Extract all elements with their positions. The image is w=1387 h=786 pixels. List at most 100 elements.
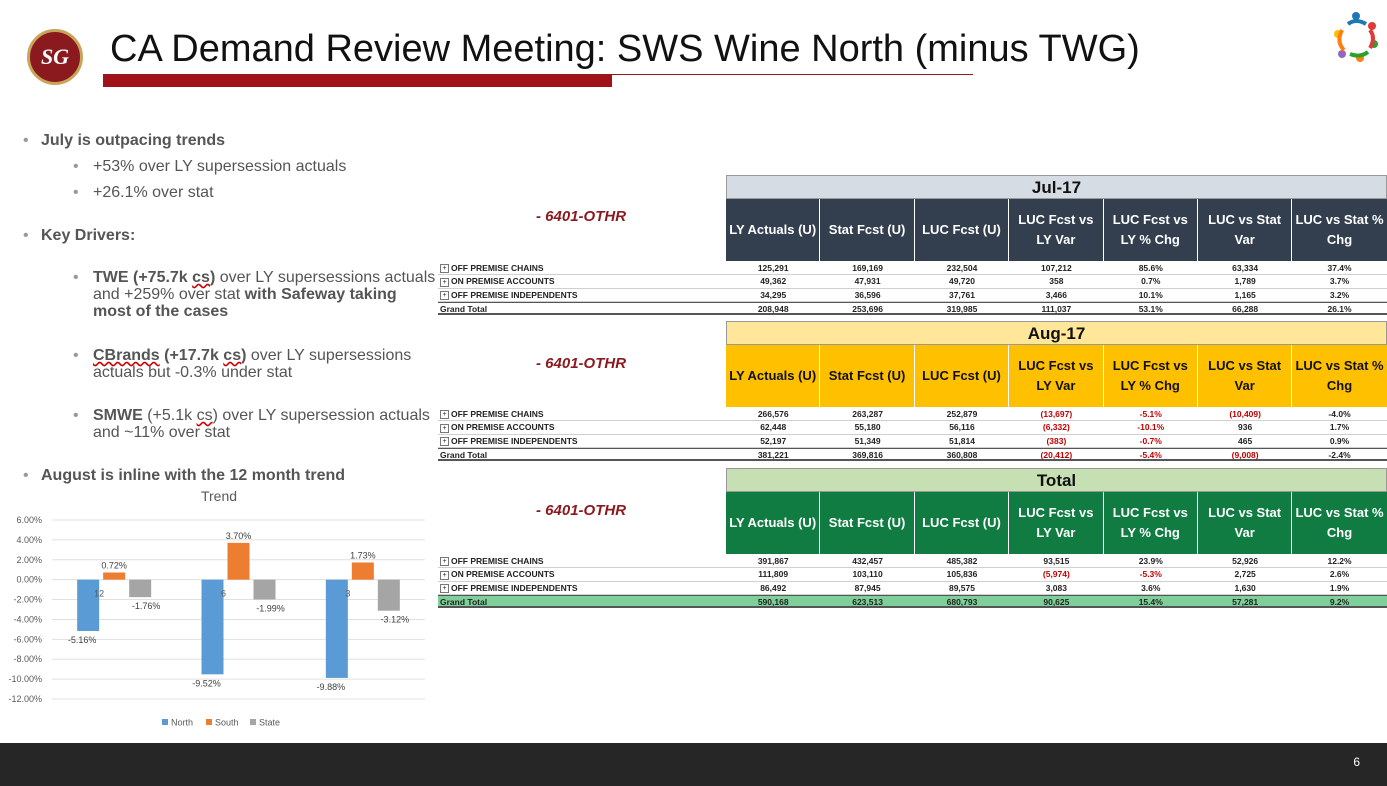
smwe-mid: (+5.1k [142,407,197,424]
data-label: -1.99% [256,603,285,613]
column-header: Stat Fcst (U) [820,199,915,261]
expand-icon[interactable]: + [440,290,449,300]
table-cell: 37,761 [948,289,975,300]
column-header: LY Actuals (U) [726,492,821,554]
table-cell: 432,457 [852,556,883,566]
column-header: LUC Fcst (U) [914,492,1010,554]
table-row[interactable]: + ON PREMISE ACCOUNTS 111,809 103,110 105,83… [438,568,1387,582]
table-cell: 105,836 [946,569,978,580]
category-label: 3 [345,589,350,599]
legend-swatch [162,719,168,725]
table-cell: 47,931 [854,276,881,287]
data-label: -3.12% [381,615,410,625]
table-cell: 62,448 [760,422,787,433]
row-label-cell: Grand Total [438,449,726,460]
table-cell: -5.3% [1139,569,1162,580]
column-header: LUC vs Stat Var [1197,199,1293,261]
table-row[interactable]: + OFF PREMISE CHAINS 391,867 432,457 485,382… [438,555,1387,569]
table-cell: 52,197 [760,435,787,446]
row-label-cell: Grand Total [438,596,726,607]
legend-swatch [206,719,212,725]
column-header: LUC vs Stat % Chg [1292,199,1387,261]
expand-icon[interactable]: + [440,570,449,580]
row-label: OFF PREMISE CHAINS [451,409,544,419]
table-cell: 3,466 [1045,289,1067,300]
legend-swatch [250,719,256,725]
table-cell: 263,287 [852,409,883,419]
table-cell: 3.7% [1329,276,1350,287]
table-row[interactable]: + ON PREMISE ACCOUNTS 49,362 47,931 49,720 35… [438,275,1387,289]
table-cell: 465 [1238,435,1253,446]
table-cell: (6,332) [1042,422,1070,433]
column-header: LUC vs Stat % Chg [1292,492,1387,554]
table-cell: 37.4% [1327,263,1352,273]
bullet-cbrands: CBrands (+17.7k cs) over LY supersession… [73,347,438,381]
y-tick-label: 2.00% [16,555,42,565]
table-cell: 52,926 [1232,556,1259,566]
table-cell: 680,793 [946,596,978,607]
table-row[interactable]: + OFF PREMISE CHAINS 125,291 169,169 232,504… [438,262,1387,276]
table-cell: 252,879 [946,409,978,419]
title-accent-bar [103,75,612,87]
row-label: ON PREMISE ACCOUNTS [451,422,555,433]
smwe-cs: cs [196,407,213,424]
row-label: OFF PREMISE CHAINS [451,556,544,566]
table-row[interactable]: + OFF PREMISE INDEPENDENTS 34,295 36,596 37,… [438,289,1387,302]
bar-state [129,579,152,598]
table-cell: 85.6% [1138,263,1163,273]
table-cell: 107,212 [1041,263,1072,273]
bullet-twe: TWE (+75.7k cs) over LY supersessions ac… [73,269,438,320]
trend-chart: Trend 6.00% 4.00% 2.00% 0.00% -2.00% -4.00% -6.… [8,488,425,728]
table-row[interactable]: + OFF PREMISE INDEPENDENTS 52,197 51,349 51,… [438,435,1387,448]
row-label-cell: + OFF PREMISE INDEPENDENTS [438,289,726,301]
table-cell: 93,515 [1043,556,1070,566]
table-cell: -5.1% [1139,409,1162,419]
row-label-cell: + ON PREMISE ACCOUNTS [438,275,726,287]
expand-icon[interactable]: + [440,583,449,593]
table-row[interactable]: + OFF PREMISE INDEPENDENTS 86,492 87,945 89,… [438,582,1387,595]
expand-icon[interactable]: + [440,264,449,274]
y-tick-label: -10.00% [8,674,42,684]
legend-label: North [171,718,193,728]
bullet-smwe: SMWE (+5.1k cs) over LY supersession act… [73,407,438,441]
row-label-cell: + ON PREMISE ACCOUNTS [438,421,726,433]
column-header: LUC Fcst (U) [914,199,1010,261]
table-cell: 86,492 [760,582,787,593]
table-cell: 23.9% [1138,556,1163,566]
row-label-cell: + ON PREMISE ACCOUNTS [438,568,726,580]
smwe-name: SMWE [93,407,143,424]
table-row[interactable]: + ON PREMISE ACCOUNTS 62,448 55,180 56,116 (6… [438,421,1387,435]
table-cell: 51,349 [854,435,881,446]
table-cell: 111,809 [758,569,789,580]
column-header: LUC Fcst vs LY % Chg [1103,492,1198,554]
row-label-cell: + OFF PREMISE CHAINS [438,555,726,567]
column-header: LUC Fcst (U) [914,345,1010,407]
table-body: + OFF PREMISE CHAINS 391,867 432,457 485,382… [438,555,1387,609]
table-cell: 57,281 [1232,596,1259,607]
legend-label: State [259,718,280,728]
bullet-key-drivers: Key Drivers: [23,227,135,245]
table-row[interactable]: + OFF PREMISE CHAINS 266,576 263,287 252,879… [438,408,1387,422]
table-cell: 49,720 [948,276,975,287]
data-label: 3.70% [226,531,252,541]
table-cell: 49,362 [760,276,787,287]
bullet-july-stat: +26.1% over stat [73,184,213,202]
table-cell: 253,696 [852,303,883,314]
y-tick-label: 0.00% [16,575,42,585]
forecast-table-0: Jul-17 LY Actuals (U) Stat Fcst (U) LUC Fcs… [438,175,1387,316]
table-cell: 485,382 [946,556,978,566]
table-cell: 319,985 [946,303,978,314]
column-header: LUC vs Stat Var [1197,345,1293,407]
table-cell: 34,295 [760,289,787,300]
expand-icon[interactable]: + [440,423,449,433]
bullet-july: July is outpacing trends [23,132,225,150]
data-label: 0.72% [101,561,127,571]
table-cell: 0.9% [1329,435,1350,446]
table-cell: 63,334 [1232,263,1259,273]
expand-icon[interactable]: + [440,436,449,446]
y-tick-label: -8.00% [13,654,42,664]
cbrands-cs: cs [223,347,242,364]
expand-icon[interactable]: + [440,277,449,287]
expand-icon[interactable]: + [440,410,449,420]
expand-icon[interactable]: + [440,557,449,567]
